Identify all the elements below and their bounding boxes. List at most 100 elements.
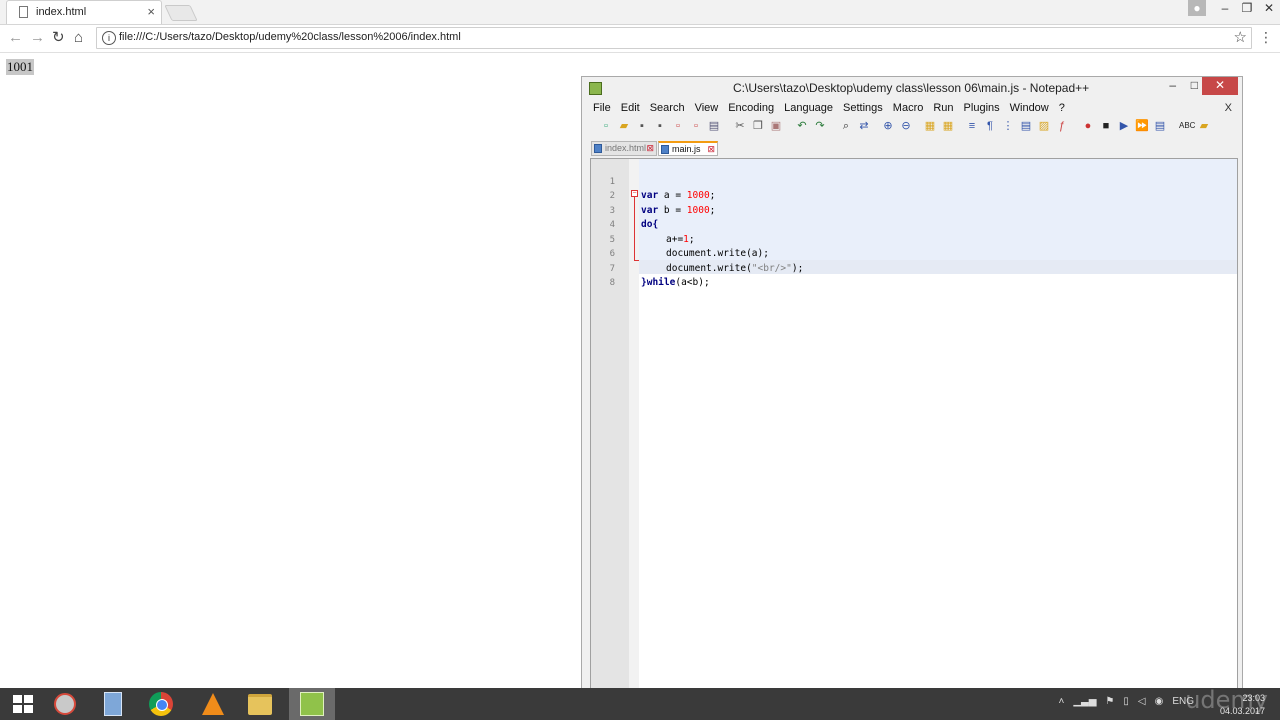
cut-icon[interactable]: ✂ (733, 119, 747, 133)
file-icon (661, 145, 669, 154)
menu-language[interactable]: Language (784, 102, 833, 118)
doc-tab-main-js[interactable]: main.js ⊠ (658, 141, 718, 156)
address-bar[interactable]: i file:///C:/Users/tazo/Desktop/udemy%20… (96, 27, 1252, 49)
code-line: 1 var a = 1000; (591, 160, 1237, 202)
vlc-icon (202, 693, 224, 715)
sync-scroll-h-icon[interactable]: ▦ (941, 119, 955, 133)
menu-search[interactable]: Search (650, 102, 685, 118)
doc-tab-index-html[interactable]: index.html ⊠ (591, 141, 657, 156)
chevron-up-icon[interactable]: ˄ (1058, 696, 1064, 707)
code-line: 3 do{ (591, 189, 1237, 231)
code-line: 7 }while(a<b); (591, 247, 1237, 289)
close-icon[interactable]: ⊠ (646, 142, 654, 155)
taskbar-app-chrome[interactable] (138, 688, 184, 720)
print-icon[interactable]: ▤ (707, 119, 721, 133)
save-icon[interactable]: ▪ (635, 119, 649, 133)
menu-view[interactable]: View (695, 102, 719, 118)
snipping-tool-icon (54, 693, 76, 715)
menu-macro[interactable]: Macro (893, 102, 924, 118)
copy-icon[interactable]: ❐ (751, 119, 765, 133)
sync-scroll-v-icon[interactable]: ▦ (923, 119, 937, 133)
new-tab-button[interactable] (164, 5, 198, 21)
line-number: 8 (609, 278, 615, 288)
close-file-icon[interactable]: ▫ (671, 119, 685, 133)
minimize-button[interactable]: – (1169, 78, 1176, 92)
browser-window-controls: ● – ❐ ✕ (1188, 0, 1280, 20)
menu-encoding[interactable]: Encoding (728, 102, 774, 118)
minimize-button[interactable]: – (1214, 0, 1236, 16)
flag-icon[interactable]: ⚑ (1105, 696, 1114, 707)
stop-macro-icon[interactable]: ■ (1099, 119, 1113, 133)
user-language-icon[interactable]: ▤ (1019, 119, 1033, 133)
indent-guide-icon[interactable]: ⋮ (1001, 119, 1015, 133)
folder-as-workspace-icon[interactable]: ▰ (1197, 119, 1211, 133)
new-file-icon[interactable]: ▫ (599, 119, 613, 133)
menu-settings[interactable]: Settings (843, 102, 883, 118)
redo-icon[interactable]: ↷ (813, 119, 827, 133)
close-all-icon[interactable]: ▫ (689, 119, 703, 133)
close-icon[interactable]: ⊠ (707, 143, 715, 156)
close-window-button[interactable]: ✕ (1202, 77, 1238, 95)
windows-logo-icon (13, 695, 33, 713)
menu-window[interactable]: Window (1010, 102, 1049, 118)
home-icon[interactable]: ⌂ (74, 29, 83, 47)
security-icon[interactable]: ◉ (1155, 696, 1164, 707)
reload-icon[interactable]: ↻ (52, 29, 65, 47)
notepadpp-titlebar[interactable]: C:\Users\tazo\Desktop\udemy class\lesson… (582, 77, 1242, 98)
menu-edit[interactable]: Edit (621, 102, 640, 118)
bookmark-star-icon[interactable]: ☆ (1234, 28, 1247, 46)
close-window-button[interactable]: ✕ (1258, 0, 1280, 16)
replace-icon[interactable]: ⇄ (857, 119, 871, 133)
taskbar: ˄ ▁▃▅ ⚑ ▯ ◁ ◉ ENG 23:03 04.03.2017 (0, 688, 1280, 720)
save-macro-icon[interactable]: ▤ (1153, 119, 1167, 133)
menu-run[interactable]: Run (933, 102, 953, 118)
network-icon[interactable]: ▁▃▅ (1073, 696, 1096, 707)
taskbar-app-notepadpp[interactable] (289, 688, 335, 720)
url-text[interactable]: file:///C:/Users/tazo/Desktop/udemy%20cl… (119, 31, 461, 43)
record-macro-icon[interactable]: ● (1081, 119, 1095, 133)
open-file-icon[interactable]: ▰ (617, 119, 631, 133)
forward-icon[interactable]: → (30, 29, 45, 47)
browser-menu-icon[interactable]: ⋮ (1259, 29, 1273, 46)
back-icon[interactable]: ← (8, 29, 23, 47)
show-all-chars-icon[interactable]: ¶ (983, 119, 997, 133)
menu-help[interactable]: ? (1059, 102, 1065, 118)
taskbar-app-vlc[interactable] (190, 688, 236, 720)
user-icon[interactable]: ● (1188, 0, 1206, 16)
browser-tabstrip: index.html × ● – ❐ ✕ (0, 0, 1280, 25)
spell-check-icon[interactable]: ABC (1179, 119, 1195, 133)
zoom-out-icon[interactable]: ⊖ (899, 119, 913, 133)
code-editor[interactable]: − 1 var a = 1000; 2 var b = 1000; 3 do{ … (590, 158, 1238, 718)
watermark-logo: udemy (1185, 686, 1268, 714)
zoom-in-icon[interactable]: ⊕ (881, 119, 895, 133)
battery-icon[interactable]: ▯ (1123, 696, 1129, 707)
doc-map-icon[interactable]: ▨ (1037, 119, 1051, 133)
maximize-button[interactable]: ❐ (1236, 0, 1258, 16)
save-all-icon[interactable]: ▪ (653, 119, 667, 133)
maximize-button[interactable]: □ (1191, 78, 1198, 92)
volume-icon[interactable]: ◁ (1138, 696, 1146, 707)
taskbar-app-calculator[interactable] (90, 688, 136, 720)
browser-tab-index[interactable]: index.html × (6, 0, 162, 24)
menu-file[interactable]: File (593, 102, 611, 118)
taskbar-app-snipping[interactable] (42, 688, 88, 720)
find-icon[interactable]: ⌕ (839, 119, 853, 133)
start-button[interactable] (0, 688, 46, 720)
word-wrap-icon[interactable]: ≡ (965, 119, 979, 133)
close-document-icon[interactable]: X (1225, 102, 1232, 114)
menu-plugins[interactable]: Plugins (964, 102, 1000, 118)
file-icon (594, 144, 602, 153)
browser-toolbar: ← → ↻ ⌂ i file:///C:/Users/tazo/Desktop/… (0, 25, 1280, 53)
play-macro-icon[interactable]: ▶ (1117, 119, 1131, 133)
function-list-icon[interactable]: ƒ (1055, 119, 1069, 133)
info-icon[interactable]: i (102, 31, 116, 45)
browser-tab-title: index.html (36, 6, 87, 18)
code-line: 6 document.write("<br/>"); (591, 233, 1237, 274)
taskbar-app-explorer[interactable] (237, 688, 283, 720)
run-macro-multiple-icon[interactable]: ⏩ (1135, 119, 1149, 133)
notepadpp-app-icon (589, 82, 602, 95)
undo-icon[interactable]: ↶ (795, 119, 809, 133)
close-icon[interactable]: × (147, 4, 155, 19)
code-line: 5 document.write(a); (591, 218, 1237, 260)
paste-icon[interactable]: ▣ (769, 119, 783, 133)
